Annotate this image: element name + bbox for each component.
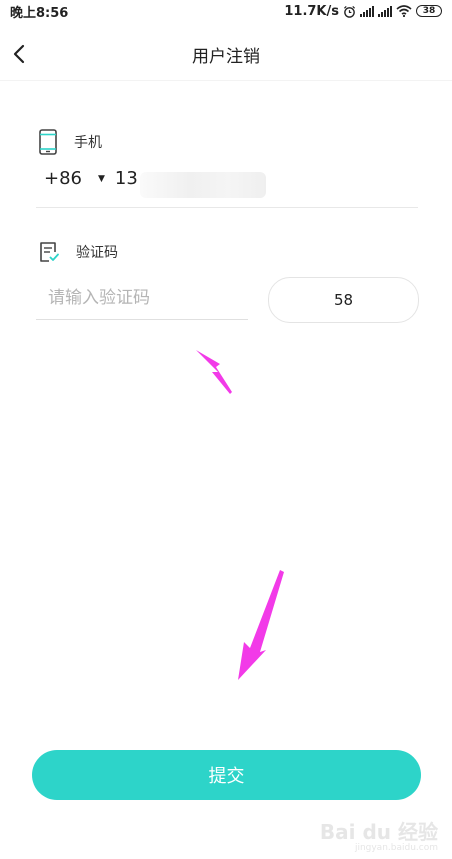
- status-time: 晚上8:56: [10, 5, 69, 21]
- watermark: Bai du 经验 jingyan.baidu.com: [320, 822, 438, 853]
- annotation-arrow-up-icon: [196, 350, 232, 394]
- watermark-text: Bai du 经验: [319, 820, 438, 844]
- wifi-icon: [396, 5, 412, 17]
- status-bar: 晚上8:56 11.7K/s 38: [0, 0, 452, 22]
- annotation-arrow-down-icon: [238, 570, 284, 680]
- caret-down-icon[interactable]: ▼: [98, 174, 105, 184]
- countdown-seconds: 58: [333, 291, 354, 309]
- code-label: 验证码: [76, 245, 118, 261]
- code-input[interactable]: [36, 280, 260, 316]
- code-underline: [36, 319, 248, 320]
- battery-icon: 38: [416, 5, 442, 17]
- watermark-url: jingyan.baidu.com: [354, 843, 438, 853]
- resend-countdown-button[interactable]: 58: [268, 277, 419, 323]
- phone-number-value[interactable]: 13: [115, 168, 138, 189]
- phone-input-row[interactable]: +86 ▼ 13: [44, 168, 138, 189]
- nav-bar: 用户注销: [0, 28, 452, 81]
- signal-hd-icon: [360, 5, 374, 17]
- phone-icon: [39, 129, 57, 155]
- page-title: 用户注销: [192, 46, 260, 67]
- country-code[interactable]: +86: [44, 168, 82, 189]
- blurred-phone-number: [140, 172, 266, 198]
- phone-label: 手机: [74, 135, 102, 151]
- signal-icon: [378, 5, 392, 17]
- submit-button[interactable]: 提交: [32, 750, 421, 800]
- code-label-row: 验证码: [38, 240, 118, 264]
- phone-label-row: 手机: [38, 129, 102, 155]
- network-speed: 11.7K/s: [284, 3, 339, 19]
- status-icons: 11.7K/s 38: [284, 4, 442, 19]
- submit-label: 提交: [208, 766, 245, 787]
- document-check-icon: [40, 242, 59, 262]
- alarm-icon: [343, 5, 356, 18]
- chevron-left-icon[interactable]: [6, 40, 34, 68]
- phone-underline: [36, 207, 418, 208]
